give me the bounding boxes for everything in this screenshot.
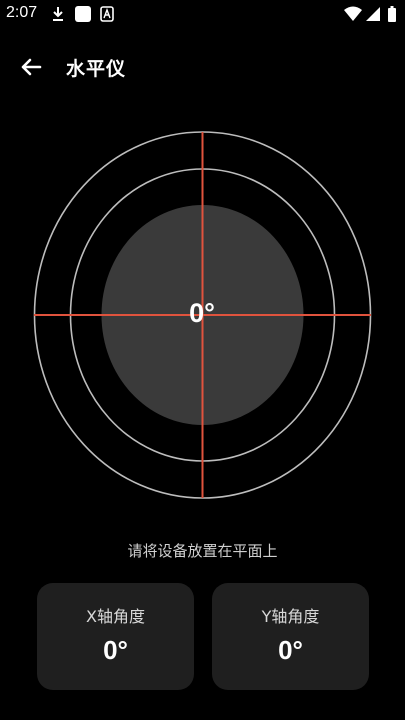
font-a-icon <box>100 6 114 22</box>
app-bar: 水平仪 <box>0 44 405 88</box>
y-axis-value: 0° <box>278 635 303 665</box>
battery-icon <box>388 6 396 22</box>
x-axis-label: X轴角度 <box>86 607 145 626</box>
x-axis-angle-card: X轴角度 0° <box>37 583 194 690</box>
wifi-icon <box>344 6 362 21</box>
status-bar: 2:07 <box>0 0 405 30</box>
y-axis-angle-card: Y轴角度 0° <box>212 583 369 690</box>
arrow-left-icon <box>21 58 42 76</box>
download-icon <box>53 7 63 21</box>
y-axis-label: Y轴角度 <box>261 607 320 626</box>
status-time: 2:07 <box>6 4 38 21</box>
page-title: 水平仪 <box>66 58 127 80</box>
instruction-text: 请将设备放置在平面上 <box>127 542 278 560</box>
signal-icon <box>366 7 380 21</box>
app-square-icon <box>75 6 91 22</box>
center-angle-readout: 0° <box>189 298 215 328</box>
back-button[interactable] <box>16 52 46 82</box>
x-axis-value: 0° <box>103 635 128 665</box>
